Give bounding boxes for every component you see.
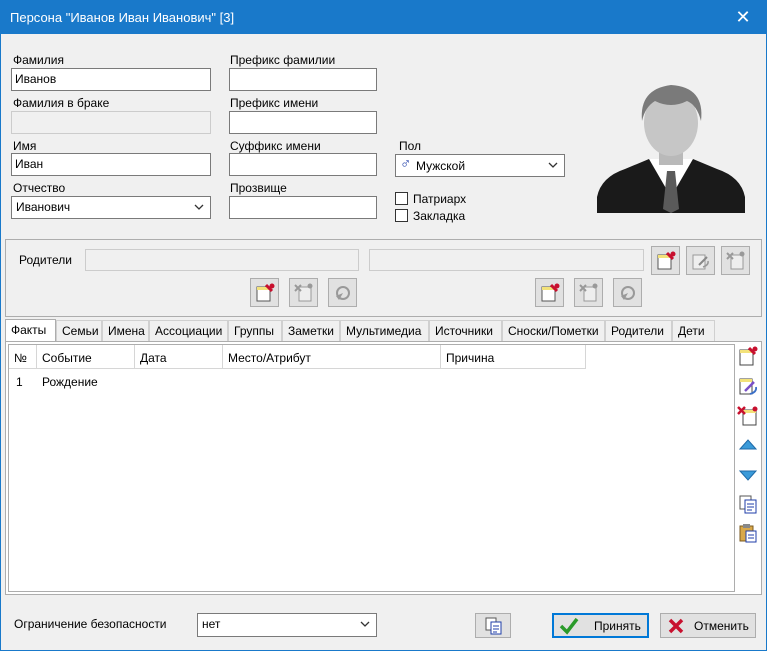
patronymic-label: Отчество xyxy=(13,181,66,195)
col-place[interactable]: Место/Атрибут xyxy=(223,345,441,369)
paste-icon[interactable] xyxy=(737,522,759,544)
person-photo[interactable] xyxy=(597,79,745,213)
delete-note-icon xyxy=(579,283,598,302)
add-note-icon xyxy=(541,283,560,302)
accept-button[interactable]: Принять xyxy=(552,613,649,638)
male-icon: ♂ xyxy=(400,155,412,172)
copy-icon xyxy=(485,617,502,635)
name-label: Имя xyxy=(13,139,37,153)
parents-label: Родители xyxy=(19,253,72,267)
jump-icon xyxy=(621,286,635,300)
name-suffix-label: Суффикс имени xyxy=(230,139,321,153)
chevron-down-icon xyxy=(548,162,558,168)
delete-note-icon xyxy=(726,251,745,270)
name-field[interactable]: Иван xyxy=(11,153,211,176)
father-field[interactable] xyxy=(85,249,359,271)
jump-icon xyxy=(336,286,350,300)
jump-mother-button[interactable] xyxy=(613,278,642,307)
tab-footnotes[interactable]: Сноски/Пометки xyxy=(502,320,605,341)
sex-value: Мужской xyxy=(416,159,466,173)
table-header: № Событие Дата Место/Атрибут Причина xyxy=(9,345,586,369)
name-prefix-field[interactable] xyxy=(229,111,377,134)
nickname-field[interactable] xyxy=(229,196,377,219)
col-number[interactable]: № xyxy=(9,345,37,369)
patriarch-checkbox[interactable] xyxy=(395,192,408,205)
add-fact-icon[interactable] xyxy=(737,345,759,367)
nickname-label: Прозвище xyxy=(230,181,287,195)
facts-panel: № Событие Дата Место/Атрибут Причина 1 Р… xyxy=(5,341,762,595)
tab-parents[interactable]: Родители xyxy=(605,320,672,341)
col-date[interactable]: Дата xyxy=(135,345,223,369)
tab-facts[interactable]: Факты xyxy=(5,319,56,341)
bookmark-checkbox[interactable] xyxy=(395,209,408,222)
edit-parent-button[interactable] xyxy=(686,246,715,275)
edit-note-icon xyxy=(692,254,709,270)
parents-group: Родители xyxy=(5,239,762,317)
security-combo[interactable]: нет xyxy=(197,613,377,637)
patronymic-combo[interactable]: Иванович xyxy=(11,196,211,219)
delete-note-icon xyxy=(294,283,313,302)
move-up-icon[interactable] xyxy=(737,435,759,457)
cancel-x-icon xyxy=(668,618,684,634)
delete-fact-icon[interactable] xyxy=(737,405,759,427)
patriarch-label: Патриарх xyxy=(413,192,467,206)
tab-notes[interactable]: Заметки xyxy=(282,320,340,341)
facts-table[interactable]: № Событие Дата Место/Атрибут Причина 1 Р… xyxy=(8,344,735,592)
tab-strip: Факты Семьи Имена Ассоциации Группы Заме… xyxy=(5,319,762,341)
delete-parent-button[interactable] xyxy=(721,246,750,275)
add-mother-button[interactable] xyxy=(535,278,564,307)
cell-number: 1 xyxy=(16,375,23,389)
bookmark-label: Закладка xyxy=(413,209,466,223)
surname-field[interactable]: Иванов xyxy=(11,68,211,91)
name-suffix-field[interactable] xyxy=(229,153,377,176)
add-parent-button[interactable] xyxy=(651,246,680,275)
sex-label: Пол xyxy=(399,139,422,153)
person-dialog: Персона "Иванов Иван Иванович" [3] ✕ Фам… xyxy=(0,0,767,651)
edit-fact-icon[interactable] xyxy=(737,375,759,397)
sex-combo[interactable]: ♂ Мужской xyxy=(395,154,565,177)
tab-associations[interactable]: Ассоциации xyxy=(149,320,228,341)
cancel-label: Отменить xyxy=(694,619,749,633)
col-event[interactable]: Событие xyxy=(37,345,135,369)
tab-names[interactable]: Имена xyxy=(102,320,149,341)
add-note-icon xyxy=(256,283,275,302)
cancel-button[interactable]: Отменить xyxy=(660,613,756,638)
accept-label: Принять xyxy=(594,619,641,633)
add-note-icon xyxy=(657,251,676,270)
add-father-button[interactable] xyxy=(250,278,279,307)
col-cause[interactable]: Причина xyxy=(441,345,586,369)
jump-father-button[interactable] xyxy=(328,278,357,307)
tab-families[interactable]: Семьи xyxy=(56,320,102,341)
table-row[interactable]: 1 Рождение xyxy=(9,370,586,392)
tab-sources[interactable]: Источники xyxy=(429,320,502,341)
patronymic-value: Иванович xyxy=(16,200,71,214)
cell-event: Рождение xyxy=(42,375,98,389)
title-bar[interactable]: Персона "Иванов Иван Иванович" [3] ✕ xyxy=(1,1,766,34)
married-surname-field[interactable] xyxy=(11,111,211,134)
window-title: Персона "Иванов Иван Иванович" [3] xyxy=(10,10,235,25)
surname-prefix-label: Префикс фамилии xyxy=(230,53,336,67)
move-down-icon[interactable] xyxy=(737,463,759,485)
copy-icon[interactable] xyxy=(737,493,759,515)
copy-button[interactable] xyxy=(475,613,511,638)
tab-multimedia[interactable]: Мультимедиа xyxy=(340,320,429,341)
mother-field[interactable] xyxy=(369,249,644,271)
close-icon[interactable]: ✕ xyxy=(720,1,766,34)
married-surname-label: Фамилия в браке xyxy=(13,96,110,110)
security-label: Ограничение безопасности xyxy=(14,617,167,631)
name-prefix-label: Префикс имени xyxy=(230,96,319,110)
tab-groups[interactable]: Группы xyxy=(228,320,282,341)
checkmark-icon xyxy=(559,617,579,635)
chevron-down-icon xyxy=(194,204,204,210)
surname-label: Фамилия xyxy=(13,53,64,67)
delete-mother-button[interactable] xyxy=(574,278,603,307)
delete-father-button[interactable] xyxy=(289,278,318,307)
chevron-down-icon xyxy=(360,621,370,627)
tab-children[interactable]: Дети xyxy=(672,320,715,341)
surname-prefix-field[interactable] xyxy=(229,68,377,91)
security-value: нет xyxy=(202,617,221,631)
